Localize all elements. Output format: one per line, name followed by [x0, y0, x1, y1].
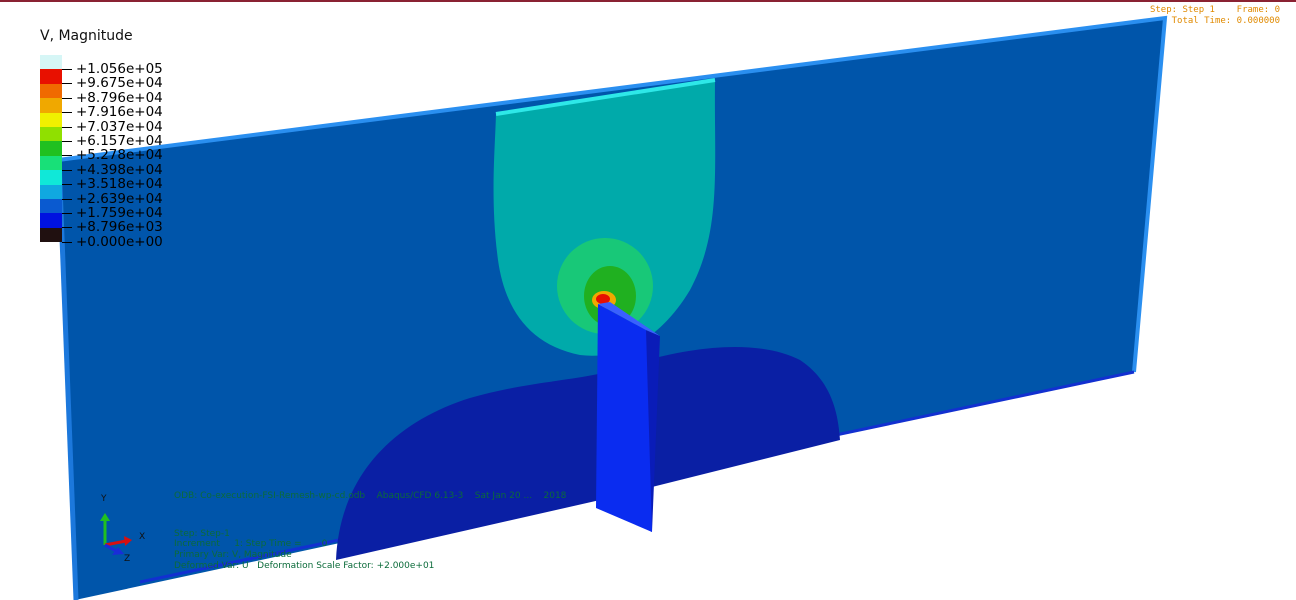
legend-swatch [40, 83, 62, 99]
legend-label: +1.759e+04 [76, 205, 163, 221]
legend-swatch [40, 213, 62, 228]
legend-tick [62, 198, 72, 200]
legend-tick [62, 213, 72, 214]
legend-label: +7.037e+04 [76, 118, 163, 135]
legend-label: +0.000e+00 [76, 233, 163, 250]
total-time-status: Total Time: 0.000000 [1171, 16, 1280, 26]
legend-swatch [40, 141, 62, 156]
legend-label: +4.398e+04 [76, 161, 163, 178]
legend-tick [62, 184, 72, 186]
legend-tick [62, 141, 72, 142]
legend-swatch [40, 227, 62, 243]
legend-swatch [40, 155, 62, 171]
triad-x-axis-icon [104, 539, 127, 547]
legend-tick [62, 112, 72, 114]
legend-title: V, Magnitude [40, 28, 133, 44]
legend-swatch [40, 55, 62, 70]
legend-tick [62, 227, 72, 229]
legend-swatch [40, 69, 62, 84]
legend-swatch [40, 127, 62, 142]
legend-swatch [40, 199, 62, 214]
legend-label: +3.518e+04 [76, 176, 163, 193]
odb-info-line: ODB: Co-execution-FSI-Remesh-wp-cd.odb A… [174, 491, 567, 501]
flap-front-face [596, 304, 652, 532]
triad-z-label: Z [124, 554, 131, 564]
deformed-var-info-line: Deformed Var: U Deformation Scale Factor… [174, 561, 435, 571]
legend-label: +9.675e+04 [76, 75, 163, 92]
legend-label: +7.916e+04 [76, 104, 163, 121]
legend-tick [62, 83, 72, 85]
increment-info-line: Increment 1: Step Time = 0 [174, 539, 328, 549]
triad-y-label: Y [101, 494, 107, 504]
legend-swatch [40, 170, 62, 185]
legend-tick [62, 155, 72, 157]
legend-swatch [40, 184, 62, 199]
model-viewport[interactable] [0, 0, 1296, 600]
legend-label: +6.157e+04 [76, 133, 163, 149]
legend-swatch [40, 112, 62, 127]
legend-label: +2.639e+04 [76, 190, 163, 207]
primary-var-info-line: Primary Var: V, Magnitude [174, 550, 292, 560]
triad-x-label: X [139, 532, 146, 542]
legend-label: +1.056e+05 [76, 61, 163, 77]
triad-y-arrow-icon [100, 513, 110, 521]
legend-tick [62, 97, 72, 99]
legend-tick [62, 241, 72, 243]
legend-label: +8.796e+03 [76, 219, 163, 236]
triad-x-arrow-icon [124, 536, 132, 546]
step-frame-status: Step: Step 1 Frame: 0 [1149, 5, 1280, 15]
legend-swatch [40, 98, 62, 113]
step-info-line: Step: Step-1 [174, 529, 230, 539]
legend-label: +8.796e+04 [76, 89, 163, 106]
legend-tick [62, 126, 72, 128]
legend-label: +5.278e+04 [76, 147, 163, 164]
legend-tick [62, 169, 72, 171]
legend-tick [62, 69, 72, 70]
